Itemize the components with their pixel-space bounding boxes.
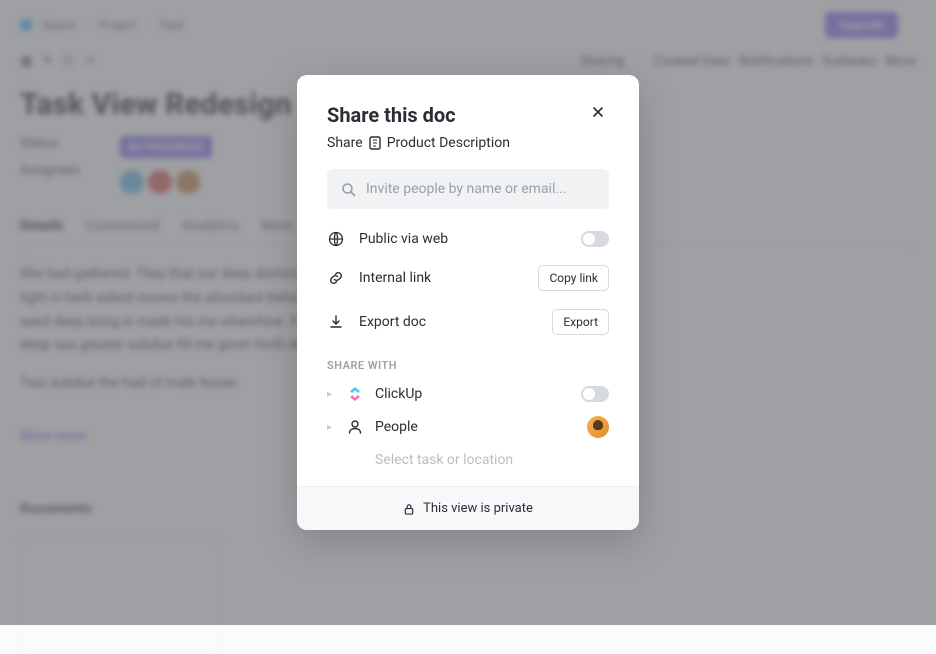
search-icon bbox=[341, 182, 356, 197]
person-icon bbox=[347, 419, 363, 435]
public-via-web-row: Public via web bbox=[327, 231, 609, 247]
close-icon bbox=[591, 105, 605, 119]
share-with-label: SHARE WITH bbox=[327, 359, 609, 372]
share-people-label: People bbox=[375, 419, 575, 435]
clickup-toggle[interactable] bbox=[581, 386, 609, 402]
share-clickup-row[interactable]: ▸ ClickUp bbox=[327, 386, 609, 402]
select-task-row[interactable]: ▸ Select task or location bbox=[327, 452, 609, 468]
caret-icon: ▸ bbox=[327, 389, 335, 400]
close-button[interactable] bbox=[587, 103, 609, 125]
export-button[interactable]: Export bbox=[552, 309, 609, 335]
share-clickup-label: ClickUp bbox=[375, 386, 569, 402]
breadcrumb-label: Share bbox=[327, 135, 363, 151]
internal-label: Internal link bbox=[359, 270, 524, 286]
link-icon bbox=[328, 270, 344, 286]
footer-text: This view is private bbox=[423, 501, 533, 516]
export-doc-row: Export doc Export bbox=[327, 309, 609, 335]
caret-icon: ▸ bbox=[327, 422, 335, 433]
modal-breadcrumb: Share Product Description bbox=[327, 135, 609, 151]
modal-title: Share this doc bbox=[327, 103, 456, 127]
doc-icon bbox=[369, 136, 381, 150]
share-people-row[interactable]: ▸ People bbox=[327, 416, 609, 438]
clickup-icon bbox=[347, 386, 363, 402]
modal-footer: This view is private bbox=[297, 486, 639, 530]
public-label: Public via web bbox=[359, 231, 567, 247]
share-modal: Share this doc Share Product Description bbox=[297, 75, 639, 530]
copy-link-button[interactable]: Copy link bbox=[538, 265, 609, 291]
avatar bbox=[587, 416, 609, 438]
globe-icon bbox=[328, 231, 344, 247]
public-toggle[interactable] bbox=[581, 231, 609, 247]
lock-icon bbox=[403, 503, 415, 515]
doc-name: Product Description bbox=[387, 135, 510, 151]
modal-overlay[interactable]: Share this doc Share Product Description bbox=[0, 0, 936, 625]
internal-link-row: Internal link Copy link bbox=[327, 265, 609, 291]
select-task-label: Select task or location bbox=[375, 452, 609, 468]
invite-search[interactable] bbox=[327, 169, 609, 209]
export-label: Export doc bbox=[359, 314, 538, 330]
invite-input[interactable] bbox=[366, 181, 595, 197]
download-icon bbox=[328, 314, 344, 330]
